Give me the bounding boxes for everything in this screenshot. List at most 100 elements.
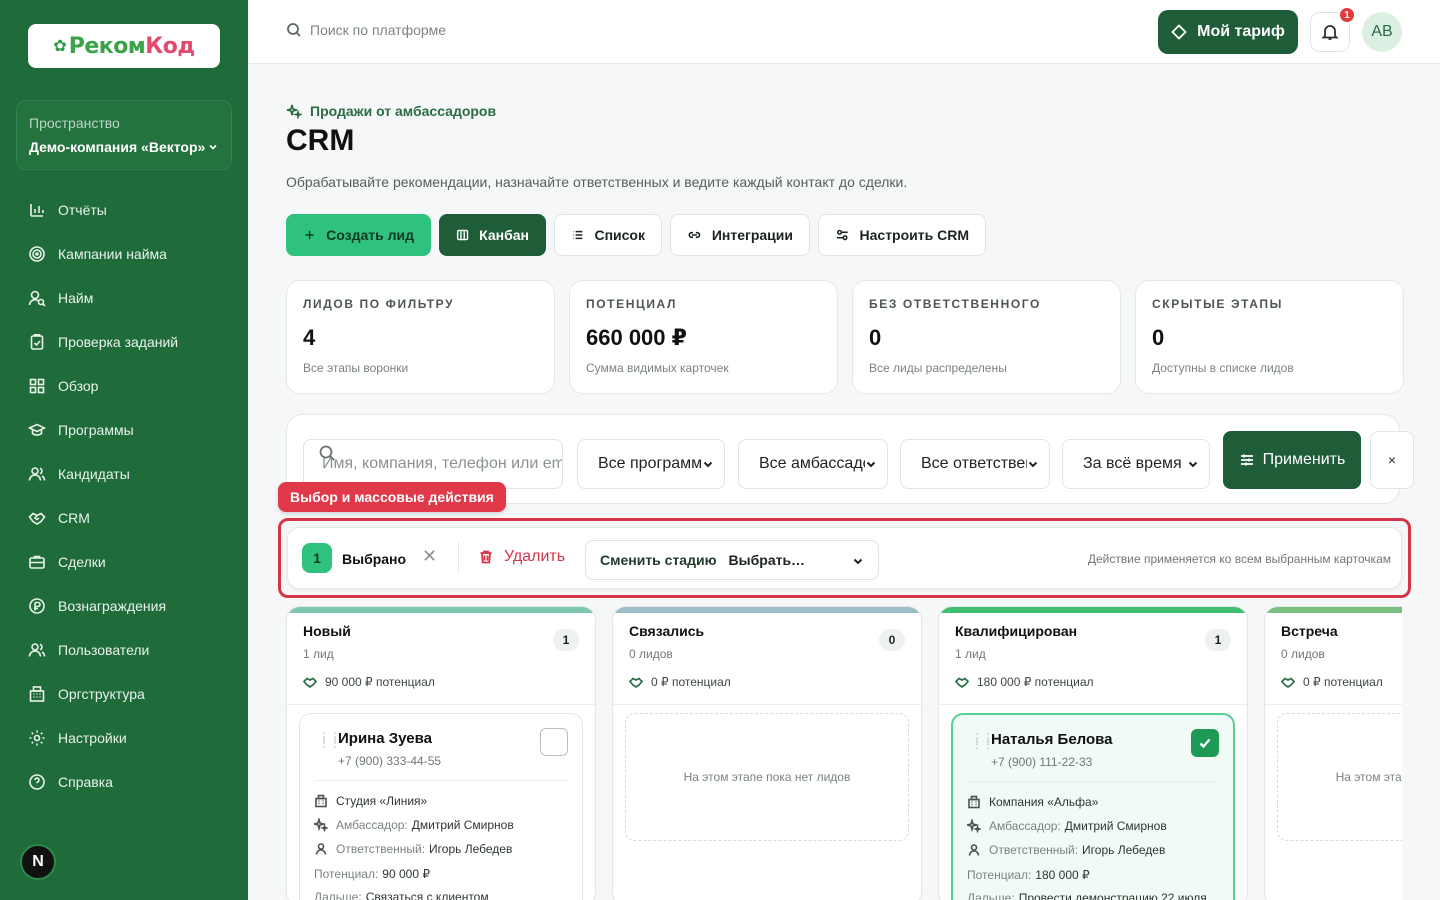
apply-filters-button[interactable]: Применить bbox=[1223, 431, 1361, 489]
sidebar-item-label: Найм bbox=[58, 290, 94, 306]
sidebar-item-4[interactable]: Проверка заданий bbox=[0, 320, 248, 364]
period-select[interactable]: За всё время bbox=[1062, 439, 1210, 489]
sidebar-item-13[interactable]: Настройки bbox=[0, 716, 248, 760]
sidebar-item-label: Настройки bbox=[58, 730, 127, 746]
responsible-select[interactable]: Все ответственные bbox=[900, 439, 1050, 489]
sidebar-item-label: Пользователи bbox=[58, 642, 150, 658]
kanban-column: Новый 1 1 лид 90 000 ₽ потенциал ⋮⋮ ⋮⋮ Ирина З… bbox=[286, 606, 596, 900]
target-icon bbox=[29, 246, 45, 262]
sidebar-item-label: Оргструктура bbox=[58, 686, 145, 702]
programs-select-value: Все программы bbox=[598, 455, 702, 472]
sidebar-item-10[interactable]: Вознаграждения bbox=[0, 584, 248, 628]
bar-chart-icon bbox=[30, 204, 44, 217]
user-avatar[interactable]: АВ bbox=[1362, 12, 1402, 52]
empty-column-placeholder: На этом этапе пока нет лидов bbox=[1277, 713, 1402, 841]
create-lead-button[interactable]: Создать лид bbox=[286, 214, 431, 256]
ambassadors-select[interactable]: Все амбассадоры bbox=[738, 439, 888, 489]
lead-phone: +7 (900) 111-22-33 bbox=[991, 755, 1093, 769]
delete-selected-button[interactable]: Удалить bbox=[478, 548, 565, 566]
stat-note: Все лиды распределены bbox=[869, 361, 1007, 375]
clear-selection-button[interactable]: ✕ bbox=[422, 546, 437, 567]
column-header: Квалифицирован 1 1 лид 180 000 ₽ потенциал bbox=[939, 613, 1247, 705]
sidebar-item-2[interactable]: Кампании найма bbox=[0, 232, 248, 276]
column-title: Связались bbox=[629, 623, 705, 639]
lead-potential-value: 180 000 ₽ bbox=[1035, 868, 1090, 882]
action-toolbar: Создать лид Канбан Список Интеграции Нас… bbox=[286, 214, 986, 256]
lead-card[interactable]: ⋮⋮ ⋮⋮ Ирина Зуева +7 (900) 333-44-55 Студия … bbox=[299, 713, 583, 900]
workspace-label: Пространство bbox=[29, 115, 120, 131]
change-stage-value: Выбрать… bbox=[728, 552, 806, 568]
gear-icon bbox=[29, 730, 45, 746]
stat-label: Без ответственного bbox=[869, 297, 1041, 311]
change-stage-select[interactable]: Сменить стадию Выбрать… bbox=[585, 540, 879, 580]
programs-select[interactable]: Все программы bbox=[577, 439, 725, 489]
drag-handle-icon[interactable]: ⋮⋮ ⋮⋮ bbox=[318, 731, 341, 749]
stat-value: 660 000 ₽ bbox=[586, 325, 687, 350]
column-potential-value: 90 000 ₽ потенциал bbox=[325, 675, 435, 689]
bulk-actions-hint: Действие применяется ко всем выбранным к… bbox=[1087, 552, 1391, 566]
search-placeholder: Поиск по платформе bbox=[310, 22, 447, 38]
sidebar-item-label: Кампании найма bbox=[58, 246, 167, 262]
sidebar-item-6[interactable]: Программы bbox=[0, 408, 248, 452]
logo[interactable]: ✿ РекомКод bbox=[28, 24, 220, 68]
drag-handle-icon[interactable]: ⋮⋮ ⋮⋮ bbox=[971, 732, 994, 750]
column-potential-value: 0 ₽ потенциал bbox=[651, 675, 731, 689]
workspace-switcher[interactable]: Пространство Демо-компания «Вектор» bbox=[16, 100, 232, 170]
column-potential: 0 ₽ потенциал bbox=[1281, 675, 1402, 689]
sidebar-item-5[interactable]: Обзор bbox=[0, 364, 248, 408]
lead-card[interactable]: ⋮⋮ ⋮⋮ Наталья Белова +7 (900) 111-22-33 Комп… bbox=[951, 713, 1235, 900]
sparkles-icon bbox=[314, 818, 328, 832]
lead-select-checkbox[interactable] bbox=[1191, 729, 1219, 757]
list-icon bbox=[573, 230, 583, 240]
handshake-icon bbox=[28, 512, 46, 525]
lead-ambassador-key: Амбассадор: bbox=[989, 819, 1061, 833]
sidebar-item-12[interactable]: Оргструктура bbox=[0, 672, 248, 716]
sidebar-item-label: Программы bbox=[58, 422, 134, 438]
link-icon bbox=[688, 231, 701, 239]
column-potential-value: 180 000 ₽ потенциал bbox=[977, 675, 1094, 689]
check-icon bbox=[1199, 738, 1211, 749]
sidebar-item-label: CRM bbox=[58, 510, 90, 526]
configure-crm-button[interactable]: Настроить CRM bbox=[818, 214, 986, 256]
lead-potential: Потенциал: 90 000 ₽ bbox=[314, 867, 430, 881]
kanban-view-button[interactable]: Канбан bbox=[439, 214, 546, 256]
help-circle-icon bbox=[29, 774, 45, 790]
workspace-name: Демо-компания «Вектор» bbox=[29, 139, 206, 155]
page-title: CRM bbox=[286, 124, 355, 157]
sidebar-item-8[interactable]: CRM bbox=[0, 496, 248, 540]
lead-name: Наталья Белова bbox=[991, 731, 1113, 748]
integrations-button[interactable]: Интеграции bbox=[670, 214, 810, 256]
trash-icon bbox=[480, 550, 492, 564]
lead-responsible-key: Ответственный: bbox=[989, 843, 1079, 857]
lead-phone: +7 (900) 333-44-55 bbox=[338, 754, 442, 768]
list-view-button[interactable]: Список bbox=[554, 214, 662, 256]
stat-note: Сумма видимых карточек bbox=[586, 361, 729, 375]
dev-badge[interactable]: N bbox=[20, 844, 56, 880]
lead-responsible: Ответственный: Игорь Лебедев bbox=[314, 842, 512, 856]
sidebar-item-7[interactable]: Кандидаты bbox=[0, 452, 248, 496]
empty-column-placeholder: На этом этапе пока нет лидов bbox=[625, 713, 909, 841]
global-search[interactable]: Поиск по платформе bbox=[286, 22, 446, 38]
lead-select-checkbox[interactable] bbox=[540, 728, 568, 756]
sidebar-item-14[interactable]: Справка bbox=[0, 760, 248, 804]
sidebar-item-9[interactable]: Сделки bbox=[0, 540, 248, 584]
clipboard-check-icon bbox=[30, 334, 44, 350]
bell-icon bbox=[1321, 25, 1339, 40]
user-icon bbox=[968, 844, 980, 856]
sidebar-item-3[interactable]: Найм bbox=[0, 276, 248, 320]
sliders-icon bbox=[1240, 454, 1253, 466]
clear-filters-button[interactable]: × bbox=[1370, 431, 1414, 489]
lead-next-step: Дальше: Связаться с клиентом bbox=[314, 890, 489, 900]
stat-card: Потенциал 660 000 ₽ Сумма видимых карточек bbox=[569, 280, 838, 394]
integrations-label: Интеграции bbox=[711, 227, 793, 243]
lead-next-step: Дальше: Провести демонстрацию 22 июля bbox=[967, 891, 1207, 900]
lead-search-placeholder: Имя, компания, телефон или email bbox=[322, 455, 563, 472]
sidebar-item-11[interactable]: Пользователи bbox=[0, 628, 248, 672]
sidebar-item-1[interactable]: Отчёты bbox=[0, 188, 248, 232]
kanban-column: Встреча00 лидов0 ₽ потенциалНа этом этап… bbox=[1264, 606, 1402, 900]
delete-label: Удалить bbox=[504, 548, 566, 565]
my-tariff-button[interactable]: Мой тариф bbox=[1158, 10, 1298, 54]
lead-ambassador-key: Амбассадор: bbox=[336, 818, 408, 832]
period-select-value: За всё время bbox=[1083, 455, 1182, 472]
lead-responsible-value: Игорь Лебедев bbox=[1082, 843, 1166, 857]
